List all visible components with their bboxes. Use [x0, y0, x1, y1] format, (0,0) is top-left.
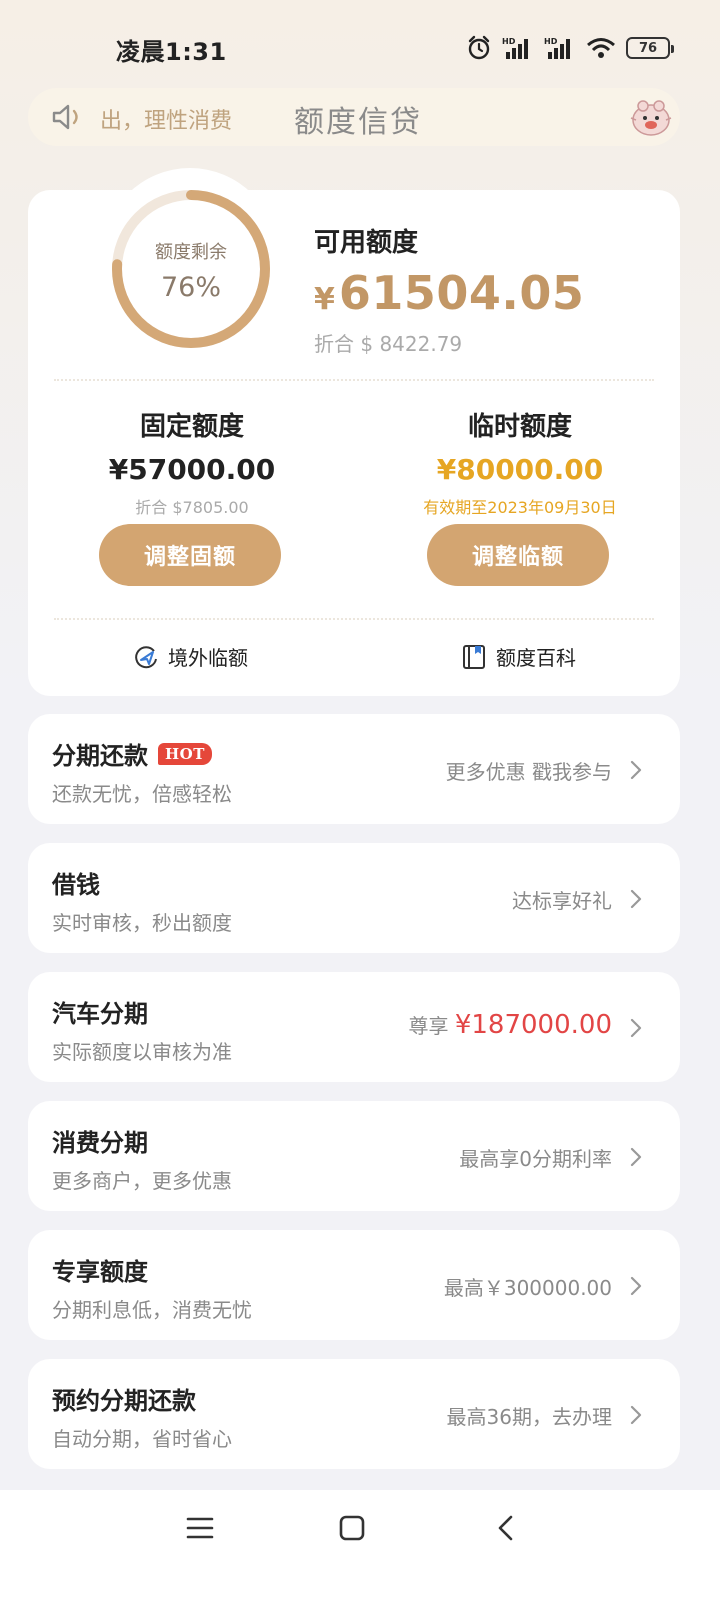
fixed-credit-title: 固定额度 [139, 412, 244, 442]
available-amount-value: 61504.05 [338, 266, 585, 320]
divider [54, 379, 654, 381]
service-promo: 最高享0分期利率 [459, 1147, 612, 1171]
available-usd: 折合 $ 8422.79 [314, 332, 463, 356]
divider [54, 618, 654, 620]
overseas-temp-credit-link[interactable]: 境外临额 [132, 642, 248, 671]
service-item-exclusive-credit[interactable]: 专享额度 分期利息低，消费无忧 最高￥300000.00 [28, 1230, 680, 1340]
chevron-right-icon [630, 1147, 642, 1167]
header-bar[interactable]: 出，理性消费 额度信贷 [28, 88, 680, 146]
ring-percent: 76% [160, 272, 221, 303]
service-subtitle: 还款无忧，倍感轻松 [52, 782, 232, 806]
chevron-right-icon [630, 1018, 642, 1038]
service-title: 汽车分期 [52, 1000, 148, 1028]
fixed-credit: 固定额度 ¥57000.00 折合 $7805.00 [72, 406, 312, 518]
plane-globe-icon [135, 645, 157, 668]
available-currency: ¥ [314, 282, 335, 317]
service-subtitle: 自动分期，省时省心 [52, 1427, 232, 1451]
service-promo: 达标享好礼 [512, 889, 612, 913]
book-icon [463, 644, 485, 669]
temporary-credit: 临时额度 ¥80000.00 有效期至2023年09月30日 [400, 406, 640, 518]
service-subtitle: 实际额度以审核为准 [52, 1040, 232, 1064]
credit-wiki-label: 额度百科 [496, 646, 576, 670]
temporary-credit-title: 临时额度 [467, 412, 572, 442]
hot-badge: HOT [158, 742, 212, 765]
service-promo: 最高￥300000.00 [443, 1276, 612, 1300]
wifi-icon [587, 38, 615, 58]
signal-hd-icon: HD [544, 37, 570, 59]
alarm-icon [468, 35, 490, 60]
service-subtitle: 实时审核，秒出额度 [52, 911, 232, 935]
speaker-icon[interactable] [50, 102, 90, 132]
service-title: 消费分期 [52, 1129, 148, 1157]
page-title: 额度信贷 [294, 105, 422, 140]
credit-summary-card: 额度剩余 76% 可用额度 ¥61504.05 折合 $ 8422.79 固定额… [28, 168, 680, 696]
chevron-right-icon [630, 760, 642, 780]
temporary-credit-expiry: 有效期至2023年09月30日 [423, 498, 617, 517]
available-credit-label: 可用额度 [314, 228, 419, 258]
service-item-consumer-installment[interactable]: 消费分期 更多商户，更多优惠 最高享0分期利率 [28, 1101, 680, 1211]
remaining-ring-chart [112, 190, 270, 348]
fixed-credit-usd: 折合 $7805.00 [135, 498, 249, 517]
service-title: 借钱 [52, 871, 100, 899]
menu-icon[interactable] [186, 1514, 214, 1542]
chevron-right-icon [630, 889, 642, 909]
back-icon[interactable] [494, 1514, 518, 1542]
service-title: 预约分期还款 [52, 1387, 196, 1415]
status-time: 凌晨1:31 [116, 38, 227, 66]
adjust-fixed-button[interactable]: 调整固额 [99, 524, 281, 586]
status-bar: 凌晨1:31 HD HD 76 [0, 0, 720, 90]
service-subtitle: 更多商户，更多优惠 [52, 1169, 232, 1193]
service-promo: 最高36期，去办理 [446, 1405, 612, 1429]
service-promo-prefix: 尊享 [408, 1014, 449, 1038]
service-item-scheduled-installment[interactable]: 预约分期还款 自动分期，省时省心 最高36期，去办理 [28, 1359, 680, 1469]
chevron-right-icon [630, 1405, 642, 1425]
battery-level: 76 [638, 40, 658, 56]
service-subtitle: 分期利息低，消费无忧 [52, 1298, 252, 1322]
battery-icon: 76 [626, 37, 674, 59]
svg-text:HD: HD [502, 37, 516, 46]
chevron-right-icon [630, 1276, 642, 1296]
service-item-installment-repay[interactable]: 分期还款 HOT 还款无忧，倍感轻松 更多优惠 戳我参与 [28, 714, 680, 824]
ring-label: 额度剩余 [155, 242, 227, 263]
system-nav-bar [0, 1490, 720, 1600]
service-promo: 更多优惠 戳我参与 [445, 760, 612, 784]
service-title: 分期还款 [52, 742, 148, 770]
adjust-temporary-button[interactable]: 调整临额 [427, 524, 609, 586]
service-item-borrow[interactable]: 借钱 实时审核，秒出额度 达标享好礼 [28, 843, 680, 953]
status-icons: HD HD 76 [466, 34, 674, 62]
signal-hd-icon: HD [502, 37, 528, 59]
notice-marquee[interactable]: 出，理性消费 [100, 103, 232, 135]
mascot-icon[interactable] [628, 96, 674, 138]
service-item-car-installment[interactable]: 汽车分期 实际额度以审核为准 尊享 ¥187000.00 [28, 972, 680, 1082]
temporary-credit-amount: ¥80000.00 [436, 453, 604, 486]
fixed-credit-amount: ¥57000.00 [108, 453, 276, 486]
credit-wiki-link[interactable]: 额度百科 [460, 642, 576, 671]
service-promo: 尊享 ¥187000.00 [408, 1010, 612, 1040]
svg-text:HD: HD [544, 37, 558, 46]
overseas-temp-credit-label: 境外临额 [168, 646, 248, 670]
available-credit-amount: ¥61504.05 [314, 266, 584, 320]
service-title: 专享额度 [52, 1258, 148, 1286]
service-promo-amount: ¥187000.00 [454, 1010, 612, 1040]
home-icon[interactable] [338, 1514, 366, 1542]
